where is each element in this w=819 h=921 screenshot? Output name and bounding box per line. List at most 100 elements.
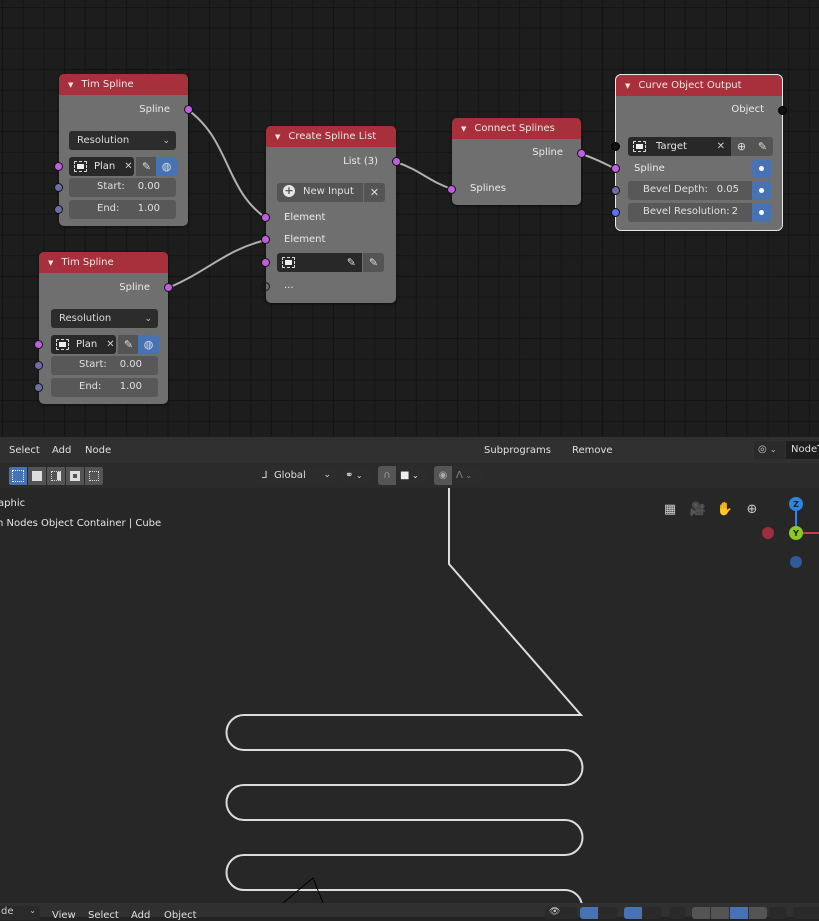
input-socket-spline[interactable] bbox=[611, 164, 620, 173]
node-connect-splines[interactable]: ▼ Connect Splines Spline Splines bbox=[447, 118, 586, 205]
input-socket-empty[interactable] bbox=[261, 282, 270, 291]
clear-icon[interactable]: ✕ bbox=[717, 141, 725, 152]
input-socket-bevel-depth[interactable] bbox=[611, 186, 620, 195]
node-tim-spline-2[interactable]: ▼ Tim Spline Spline Resolution ⌄ Plan ✕ ✎ ◍… bbox=[34, 252, 173, 404]
menu-node[interactable]: Node bbox=[85, 445, 111, 456]
select-mode-intersect-button[interactable] bbox=[85, 467, 103, 485]
mode-dropdown[interactable]: Resolution ⌄ bbox=[51, 309, 158, 328]
gizmo-neg-y-axis[interactable] bbox=[790, 556, 802, 568]
input-socket-start[interactable] bbox=[34, 361, 43, 370]
input-socket-splines[interactable] bbox=[447, 185, 456, 194]
world-space-toggle[interactable]: ◍ bbox=[156, 157, 177, 176]
eyedropper-button[interactable]: ✎ bbox=[118, 335, 139, 354]
input-socket-start[interactable] bbox=[54, 183, 63, 192]
pivot-point-dropdown[interactable]: ⚭ ⌄ bbox=[342, 466, 372, 485]
pan-view-button[interactable]: ✋ bbox=[713, 497, 737, 521]
select-mode-difference-button[interactable] bbox=[66, 467, 84, 485]
collapse-triangle-icon[interactable]: ▼ bbox=[625, 82, 630, 90]
clear-icon[interactable]: ✕ bbox=[106, 339, 114, 350]
output-socket-object[interactable] bbox=[778, 106, 787, 115]
object-field[interactable]: Plan ✕ bbox=[69, 157, 134, 176]
gizmo-neg-x-axis[interactable] bbox=[762, 527, 774, 539]
node-curve-object-output[interactable]: ▼ Curve Object Output Object Target ✕ ⊕ ✎ … bbox=[611, 74, 787, 231]
bevel-depth-field[interactable]: Bevel Depth: 0.05 bbox=[628, 181, 752, 200]
clear-icon[interactable]: ✕ bbox=[124, 161, 132, 172]
transform-orientation-dropdown[interactable]: ⅃ Global ⌄ bbox=[258, 466, 336, 485]
remove-input-button[interactable]: ✕ bbox=[364, 183, 385, 202]
node-tree-name-field[interactable]: NodeT bbox=[786, 441, 819, 459]
overlays-dropdown[interactable] bbox=[643, 907, 661, 919]
snap-toggle[interactable]: ∩ bbox=[378, 466, 396, 485]
proportional-edit-toggle[interactable]: ◉ bbox=[434, 466, 452, 485]
output-socket-spline[interactable] bbox=[577, 149, 586, 158]
menu-remove[interactable]: Remove bbox=[572, 445, 613, 456]
end-field[interactable]: End: 1.00 bbox=[69, 200, 176, 219]
collapse-triangle-icon[interactable]: ▼ bbox=[275, 133, 280, 141]
bevel-resolution-field[interactable]: Bevel Resolution: 2 bbox=[628, 203, 752, 222]
menu-object[interactable]: Object bbox=[164, 910, 197, 921]
node-editor-canvas[interactable]: ▼ Tim Spline Spline Resolution ⌄ Plan ✕ ✎ ◍… bbox=[0, 0, 819, 437]
menu-select[interactable]: Select bbox=[9, 445, 40, 456]
menu-subprograms[interactable]: Subprograms bbox=[484, 445, 551, 456]
gizmo-dropdown[interactable] bbox=[599, 907, 617, 919]
falloff-dropdown[interactable]: Λ ⌄ bbox=[453, 466, 485, 485]
mode-dropdown[interactable]: Resolution ⌄ bbox=[69, 131, 176, 150]
input-socket-bevel-resolution[interactable] bbox=[611, 208, 620, 217]
object-field[interactable]: ✎ bbox=[277, 253, 362, 272]
select-mode-subtract-button[interactable] bbox=[47, 467, 65, 485]
collapse-triangle-icon[interactable]: ▼ bbox=[48, 259, 53, 267]
visibility-dropdown[interactable]: 👁 bbox=[545, 907, 577, 919]
output-socket-spline[interactable] bbox=[184, 105, 193, 114]
node-create-spline-list[interactable]: ▼ Create Spline List List (3) + New Input … bbox=[261, 126, 401, 303]
select-mode-new-button[interactable] bbox=[9, 467, 27, 485]
shading-wireframe-button[interactable] bbox=[692, 907, 710, 919]
collapse-triangle-icon[interactable]: ▼ bbox=[461, 125, 466, 133]
output-socket-spline[interactable] bbox=[164, 283, 173, 292]
input-socket-element-1[interactable] bbox=[261, 213, 270, 222]
object-field[interactable]: Plan ✕ bbox=[51, 335, 116, 354]
output-socket-list[interactable] bbox=[392, 157, 401, 166]
node-header[interactable]: ▼ Connect Splines bbox=[452, 118, 581, 139]
eyedropper-button[interactable]: ✎ bbox=[136, 157, 157, 176]
target-field[interactable]: Target ✕ bbox=[628, 137, 731, 156]
eyedropper-icon[interactable]: ✎ bbox=[347, 256, 356, 269]
menu-view[interactable]: View bbox=[52, 910, 76, 921]
spline-toggle-button[interactable] bbox=[752, 159, 771, 178]
node-header[interactable]: ▼ Tim Spline bbox=[39, 252, 168, 273]
gizmo-toggle[interactable] bbox=[580, 907, 598, 919]
menu-add[interactable]: Add bbox=[52, 445, 71, 456]
select-mode-extend-button[interactable] bbox=[28, 467, 46, 485]
node-tree-type-dropdown[interactable]: ◎ ⌄ bbox=[754, 441, 785, 459]
xray-toggle[interactable] bbox=[669, 907, 685, 919]
end-field[interactable]: End: 1.00 bbox=[51, 378, 158, 397]
world-space-toggle[interactable]: ◍ bbox=[138, 335, 159, 354]
3d-viewport[interactable]: aphic n Nodes Object Container | Cube ▦ … bbox=[0, 488, 819, 903]
eyedropper-button[interactable]: ✎ bbox=[363, 253, 384, 272]
camera-view-button[interactable]: 🎥 bbox=[686, 497, 710, 521]
input-socket-end[interactable] bbox=[54, 205, 63, 214]
input-socket-element-2[interactable] bbox=[261, 235, 270, 244]
overlays-toggle[interactable] bbox=[624, 907, 642, 919]
zoom-view-button[interactable]: ⊕ bbox=[740, 497, 764, 521]
shading-dropdown[interactable] bbox=[769, 907, 787, 919]
collapse-triangle-icon[interactable]: ▼ bbox=[68, 81, 73, 89]
input-socket-element-3[interactable] bbox=[261, 258, 270, 267]
node-header[interactable]: ▼ Curve Object Output bbox=[616, 75, 782, 96]
menu-select[interactable]: Select bbox=[88, 910, 119, 921]
node-header[interactable]: ▼ Create Spline List bbox=[266, 126, 396, 147]
shading-rendered-button[interactable] bbox=[749, 907, 767, 919]
mode-dropdown[interactable]: de ⌄ bbox=[0, 906, 40, 920]
shading-material-button[interactable] bbox=[730, 907, 748, 919]
snap-target-dropdown[interactable]: ■ ⌄ bbox=[397, 466, 429, 485]
input-socket-end[interactable] bbox=[34, 383, 43, 392]
start-field[interactable]: Start: 0.00 bbox=[51, 356, 158, 375]
toggle-camera-view-button[interactable]: ▦ bbox=[658, 497, 682, 521]
new-object-button[interactable]: ⊕ bbox=[731, 137, 752, 156]
bevel-depth-toggle-button[interactable] bbox=[752, 181, 771, 200]
start-field[interactable]: Start: 0.00 bbox=[69, 178, 176, 197]
eyedropper-button[interactable]: ✎ bbox=[752, 137, 773, 156]
menu-add[interactable]: Add bbox=[131, 910, 150, 921]
input-socket-target[interactable] bbox=[611, 142, 620, 151]
gizmo-z-axis[interactable]: Z bbox=[789, 497, 803, 511]
node-header[interactable]: ▼ Tim Spline bbox=[59, 74, 188, 95]
